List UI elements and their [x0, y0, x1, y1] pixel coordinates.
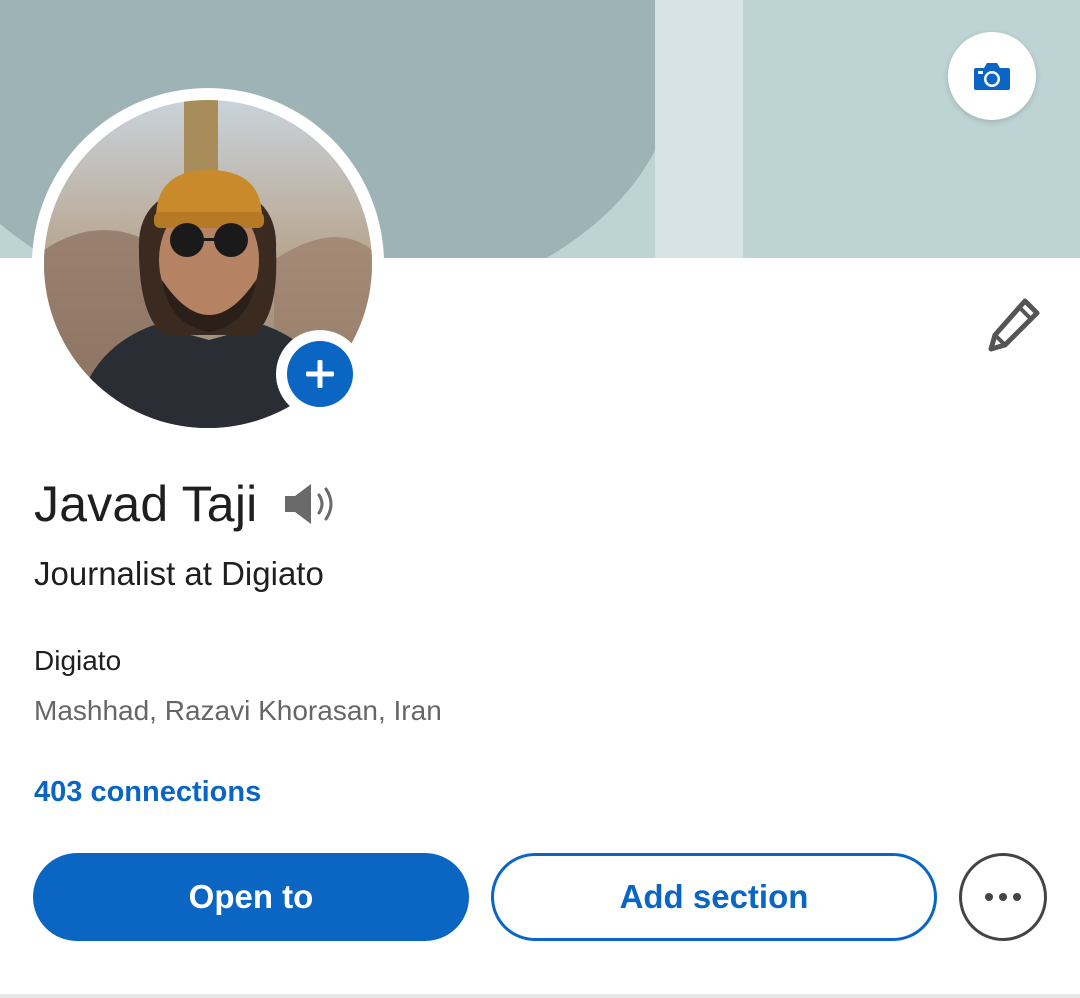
section-divider	[0, 994, 1080, 998]
profile-name: Javad Taji	[34, 476, 258, 532]
speaker-icon	[285, 484, 333, 524]
connections-link[interactable]: 403 connections	[34, 776, 261, 809]
more-actions-button[interactable]	[959, 853, 1047, 941]
edit-intro-button[interactable]	[980, 292, 1046, 358]
camera-icon	[974, 63, 1010, 90]
name-row: Javad Taji	[34, 472, 341, 536]
profile-company: Digiato	[34, 645, 122, 676]
edit-cover-photo-button[interactable]	[948, 32, 1036, 120]
cover-banner-stripe	[655, 0, 743, 258]
profile-headline: Journalist at Digiato	[34, 555, 324, 592]
pronunciation-button[interactable]	[283, 481, 341, 527]
pencil-icon	[988, 298, 1040, 352]
plus-icon	[306, 360, 334, 388]
open-to-button[interactable]: Open to	[33, 853, 469, 941]
add-profile-photo-button[interactable]	[276, 330, 364, 418]
add-section-button[interactable]: Add section	[491, 853, 937, 941]
profile-location: Mashhad, Razavi Khorasan, Iran	[34, 695, 442, 726]
add-photo-badge	[287, 341, 353, 407]
more-horizontal-icon	[985, 893, 1021, 901]
